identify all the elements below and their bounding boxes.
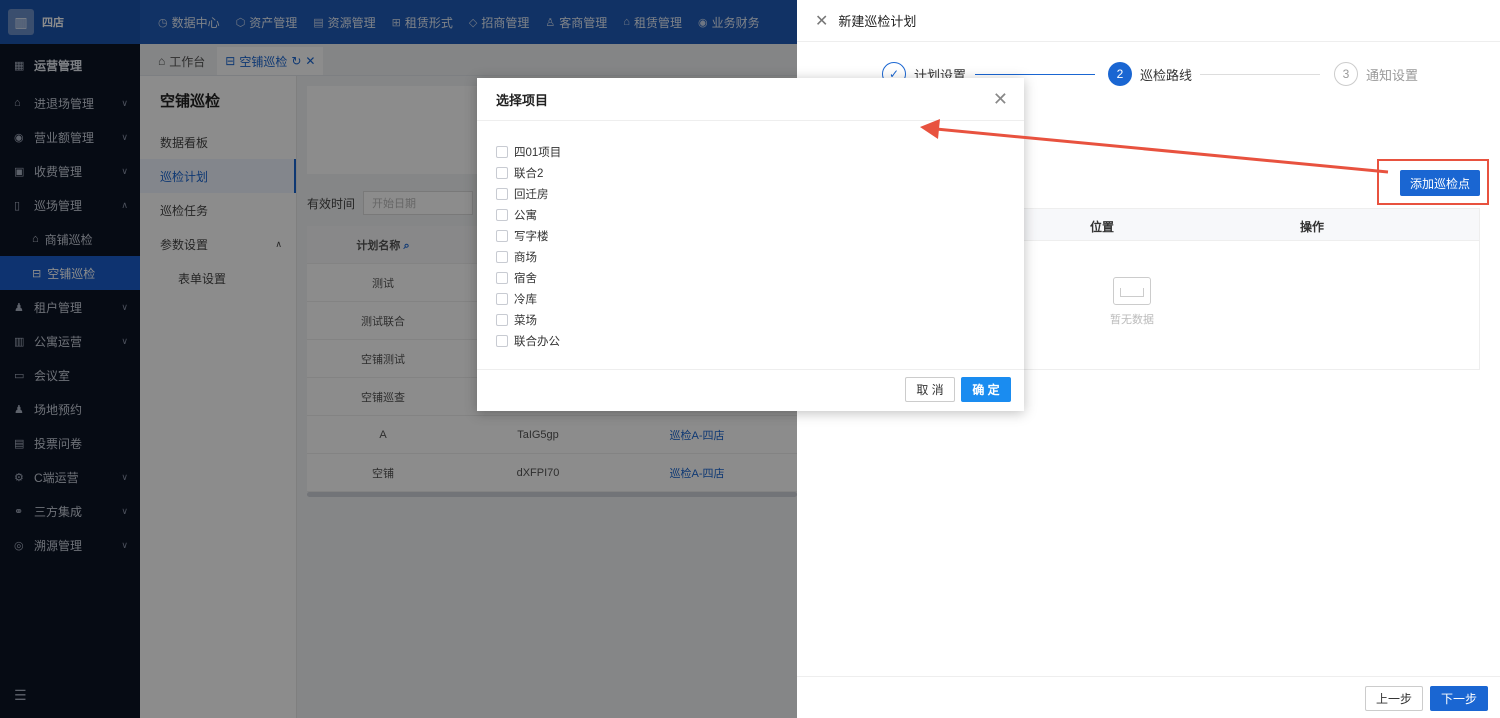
step-route[interactable]: 2 巡检路线 [1108, 62, 1192, 86]
checkbox[interactable] [496, 313, 508, 326]
step-number: 3 [1334, 62, 1358, 86]
checkbox[interactable] [496, 145, 508, 158]
prev-step-button[interactable]: 上一步 [1365, 686, 1423, 711]
step-notify[interactable]: 3 通知设置 [1334, 62, 1418, 86]
project-option[interactable]: 公寓 [496, 204, 1024, 225]
checkbox[interactable] [496, 229, 508, 242]
drawer-footer: 上一步 下一步 [797, 676, 1500, 718]
empty-box-icon [1113, 277, 1151, 305]
project-option[interactable]: 冷库 [496, 288, 1024, 309]
confirm-button[interactable]: 确 定 [961, 377, 1011, 402]
col-position: 位置 [1090, 220, 1115, 234]
checkbox[interactable] [496, 292, 508, 305]
project-option[interactable]: 四01项目 [496, 141, 1024, 162]
checkbox[interactable] [496, 250, 508, 263]
drawer-header: ✕ 新建巡检计划 [797, 0, 1500, 42]
project-option[interactable]: 菜场 [496, 309, 1024, 330]
step-number: 2 [1108, 62, 1132, 86]
project-option[interactable]: 写字楼 [496, 225, 1024, 246]
project-option[interactable]: 商场 [496, 246, 1024, 267]
modal-footer: 取 消 确 定 [477, 369, 1024, 411]
cancel-button[interactable]: 取 消 [905, 377, 955, 402]
modal-title: 选择项目 [496, 92, 549, 108]
project-option[interactable]: 宿舍 [496, 267, 1024, 288]
checkbox[interactable] [496, 208, 508, 221]
step-divider [1200, 74, 1320, 75]
checkbox[interactable] [496, 334, 508, 347]
next-step-button[interactable]: 下一步 [1430, 686, 1488, 711]
project-option[interactable]: 联合办公 [496, 330, 1024, 351]
step-divider [975, 74, 1095, 75]
add-checkpoint-button[interactable]: 添加巡检点 [1400, 170, 1480, 196]
close-icon[interactable]: ✕ [815, 11, 828, 31]
drawer-title: 新建巡检计划 [838, 14, 917, 29]
col-operation: 操作 [1300, 220, 1325, 234]
checkbox[interactable] [496, 187, 508, 200]
checkbox[interactable] [496, 271, 508, 284]
close-icon[interactable]: ✕ [993, 89, 1008, 110]
project-options: 四01项目 联合2 回迁房 公寓 写字楼 商场 宿舍 冷库 菜场 联合办公 [477, 121, 1024, 351]
project-option[interactable]: 回迁房 [496, 183, 1024, 204]
checkbox[interactable] [496, 166, 508, 179]
empty-state: 暂无数据 [1110, 277, 1154, 327]
select-project-modal: 选择项目 ✕ 四01项目 联合2 回迁房 公寓 写字楼 商场 宿舍 冷库 菜场 … [477, 78, 1024, 411]
project-option[interactable]: 联合2 [496, 162, 1024, 183]
modal-header: 选择项目 ✕ [477, 78, 1024, 121]
